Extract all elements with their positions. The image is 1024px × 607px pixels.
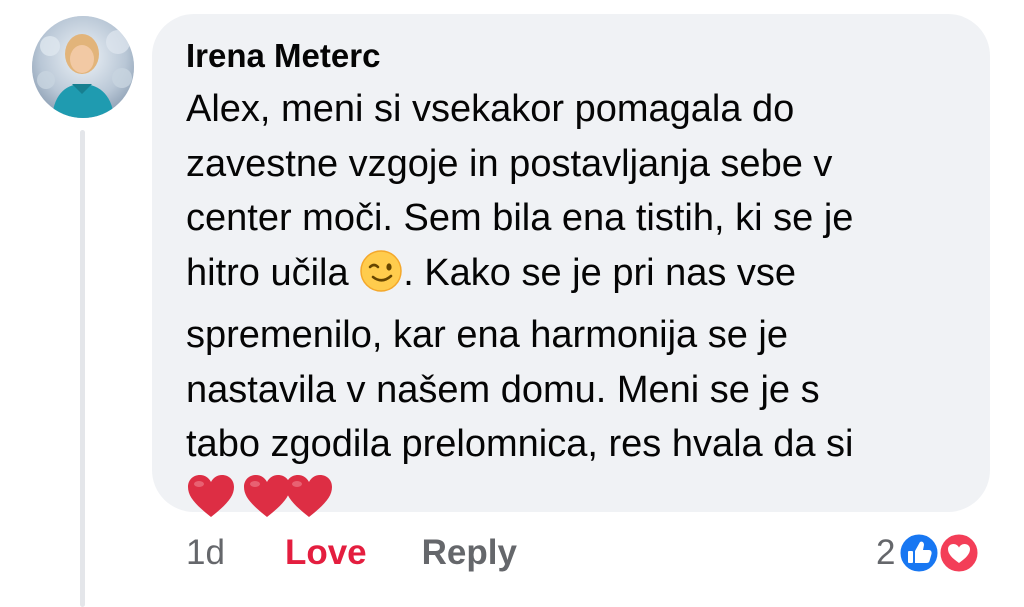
reply-button[interactable]: Reply (422, 533, 517, 573)
comment-line: tabo zgodila prelomnica, res hvala da si (186, 423, 854, 465)
comment-timestamp[interactable]: 1d (186, 533, 225, 573)
comment-author[interactable]: Irena Meterc (186, 36, 956, 76)
comment-bubble: Irena Meterc Alex, meni si vsekakor poma… (152, 14, 990, 517)
comment-text: Alex, meni si vsekakor pomagala do zaves… (186, 82, 956, 534)
red-heart-emoji-icon (284, 473, 334, 535)
comment-thread: Irena Meterc Alex, meni si vsekakor poma… (0, 0, 1024, 607)
comment-line-part: . Kako se je pri nas vse (403, 251, 797, 294)
winking-face-emoji-icon (359, 249, 403, 309)
comment-line-part: hitro učila (186, 251, 349, 294)
avatar[interactable] (32, 16, 134, 118)
comment-line: zavestne vzgoje in postavljanja sebe v (186, 142, 833, 185)
reaction-count: 2 (876, 533, 896, 572)
reactions-summary[interactable]: 2 (876, 530, 983, 576)
comment-line: Alex, meni si vsekakor pomagala do (186, 88, 795, 130)
comment-line-with-emoji: hitro učila . Kako se je pri nas vse (186, 246, 956, 309)
love-reaction-icon (937, 531, 981, 580)
comment-actions: 1d Love Reply (186, 532, 517, 574)
reaction-icons (897, 531, 983, 575)
love-button[interactable]: Love (285, 533, 367, 573)
user-avatar-icon (32, 16, 134, 118)
hearts-line (186, 472, 956, 535)
red-heart-emoji-icon (186, 473, 236, 535)
comment-line: spremenilo, kar ena harmonija se je (186, 314, 788, 356)
comment-line: center moči. Sem bila ena tistih, ki se … (186, 197, 854, 239)
comment-line: nastavila v našem domu. Meni se je s (186, 368, 820, 411)
like-reaction-icon (897, 531, 941, 580)
thread-line (80, 130, 85, 607)
